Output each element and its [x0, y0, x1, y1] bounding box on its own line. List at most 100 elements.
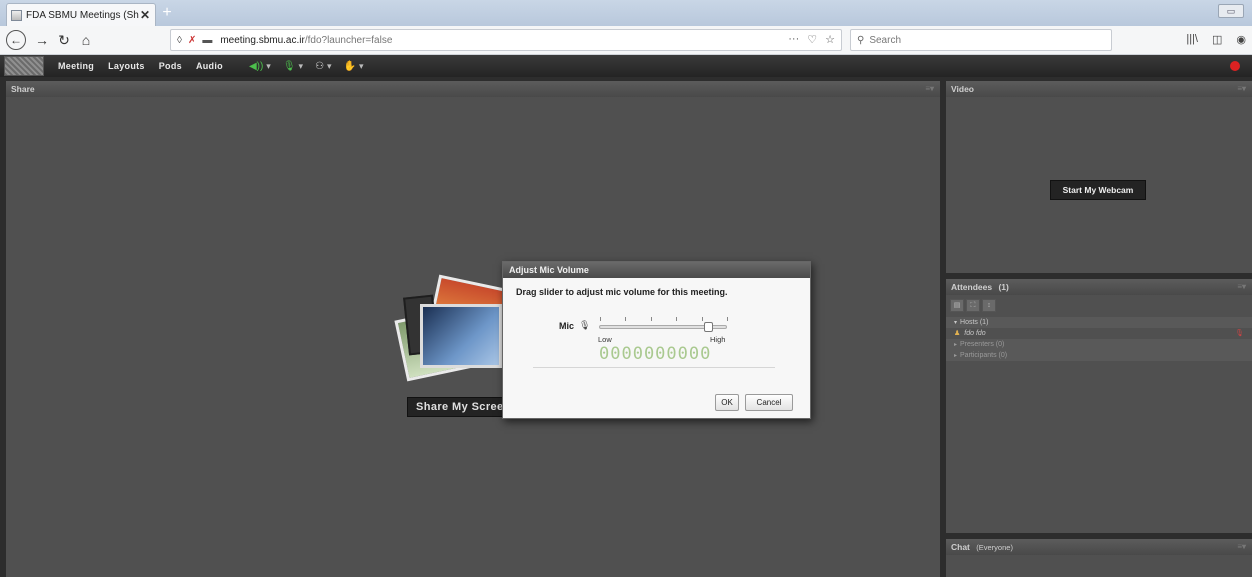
sort-icon[interactable]: ↕: [982, 299, 996, 312]
microphone-icon: 🎙: [1235, 330, 1244, 337]
url-path: /fdo?launcher=false: [304, 34, 393, 46]
menu-layouts[interactable]: Layouts: [108, 61, 145, 71]
speaker-toggle[interactable]: ◀)) ▾: [249, 61, 271, 72]
microphone-icon: 🎙: [579, 320, 591, 330]
participants-label: Participants (0): [960, 352, 1008, 359]
permissions-icon[interactable]: ▬: [202, 35, 212, 46]
url-host: meeting.sbmu.ac.ir: [220, 34, 305, 46]
host-icon: ♟: [954, 330, 961, 337]
chevron-down-icon: ▾: [327, 60, 332, 71]
account-icon[interactable]: ◉: [1236, 33, 1246, 46]
home-button-icon[interactable]: ⌂: [76, 30, 96, 50]
attendees-count: (1): [998, 282, 1009, 292]
search-input[interactable]: ⚲ Search: [850, 29, 1112, 51]
chevron-down-icon: ▾: [359, 60, 364, 71]
slider-tick: [676, 317, 677, 321]
dialog-instruction: Drag slider to adjust mic volume for thi…: [516, 287, 728, 297]
attendees-pod-body: ▤ ⛶ ↕ ▾ Hosts (1) ♟ fdo fdo 🎙 ▸ Presenters (…: [946, 295, 1252, 533]
video-pod: Video ≡▾ Start My Webcam: [946, 81, 1252, 273]
chevron-down-icon: ▾: [266, 60, 271, 71]
video-pod-header: Video ≡▾: [946, 81, 1252, 97]
mic-label: Mic: [559, 321, 575, 331]
forward-button-icon[interactable]: →: [32, 30, 52, 50]
url-text: meeting.sbmu.ac.ir/fdo?launcher=false: [220, 35, 392, 46]
app-logo: [4, 56, 44, 76]
pod-options-icon[interactable]: ≡▾: [1237, 81, 1246, 97]
share-pod-title: Share: [11, 84, 35, 94]
search-placeholder: Search: [869, 34, 902, 46]
raise-hand-toggle[interactable]: ✋ ▾: [344, 61, 364, 72]
share-screen-illustration: [394, 274, 516, 382]
menu-pods[interactable]: Pods: [159, 61, 182, 71]
mic-volume-slider[interactable]: [599, 317, 728, 332]
expand-triangle-icon: ▸: [954, 353, 958, 359]
start-webcam-button[interactable]: Start My Webcam: [1050, 180, 1146, 200]
tab-title: FDA SBMU Meetings (Sharing): [26, 9, 139, 21]
slider-tick: [625, 317, 626, 321]
breakout-icon[interactable]: ⛶: [966, 299, 980, 312]
meeting-menubar: Meeting Layouts Pods Audio ◀)) ▾ 🎙 ▾ ⚇ ▾ ✋ ▾: [0, 55, 1252, 77]
dialog-body: Drag slider to adjust mic volume for thi…: [503, 278, 810, 418]
chat-pod: Chat (Everyone) ≡▾: [946, 539, 1252, 577]
address-bar[interactable]: ◊ ✗ ▬ meeting.sbmu.ac.ir/fdo?launcher=fa…: [170, 29, 842, 51]
ok-button[interactable]: OK: [715, 394, 739, 411]
connection-insecure-icon[interactable]: ✗: [188, 35, 196, 46]
chevron-down-icon: ▾: [298, 60, 304, 71]
share-my-screen-button[interactable]: Share My Screen: [407, 397, 507, 417]
attendees-pod: Attendees (1) ≡▾ ▤ ⛶ ↕ ▾ Hosts (1) ♟ fdo f…: [946, 279, 1252, 533]
microphone-toggle[interactable]: 🎙 ▾: [283, 61, 303, 72]
share-pod-header: Share ≡▾: [6, 81, 940, 97]
slider-tick: [727, 317, 728, 321]
pocket-icon[interactable]: ♡: [807, 33, 817, 46]
speaker-icon: ◀)): [248, 60, 264, 72]
browser-tab[interactable]: FDA SBMU Meetings (Sharing) ✕: [6, 3, 156, 26]
monitor-image: [420, 304, 502, 368]
chat-pod-title: Chat: [951, 542, 970, 552]
slider-thumb[interactable]: [704, 322, 713, 332]
video-pod-body: Start My Webcam: [946, 97, 1252, 273]
recording-indicator-icon[interactable]: [1230, 61, 1240, 71]
list-view-icon[interactable]: ▤: [950, 299, 964, 312]
reload-button-icon[interactable]: ↻: [54, 30, 74, 50]
chat-scope: (Everyone): [976, 543, 1013, 552]
attendee-row[interactable]: ♟ fdo fdo 🎙: [946, 328, 1252, 339]
slider-tick: [702, 317, 703, 321]
mic-level-display: 0000000000: [599, 344, 712, 364]
chat-pod-body: [946, 555, 1252, 577]
bookmark-star-icon[interactable]: ☆: [825, 33, 835, 46]
slider-tick: [600, 317, 601, 321]
webcam-toggle[interactable]: ⚇ ▾: [315, 61, 332, 72]
sidebar-icon[interactable]: ◫: [1212, 33, 1222, 46]
collapse-triangle-icon: ▾: [954, 320, 958, 326]
chat-pod-header: Chat (Everyone) ≡▾: [946, 539, 1252, 555]
pod-options-icon[interactable]: ≡▾: [925, 81, 934, 97]
menu-audio[interactable]: Audio: [196, 61, 223, 71]
dialog-divider: [533, 367, 775, 368]
search-icon: ⚲: [857, 34, 865, 46]
attendee-name: fdo fdo: [964, 330, 986, 337]
slider-tick: [651, 317, 652, 321]
hosts-group[interactable]: ▾ Hosts (1): [946, 317, 1252, 328]
dialog-title: Adjust Mic Volume: [503, 262, 810, 278]
new-tab-icon[interactable]: +: [160, 5, 174, 21]
presenters-group[interactable]: ▸ Presenters (0): [946, 339, 1252, 350]
participants-group[interactable]: ▸ Participants (0): [946, 350, 1252, 361]
shield-icon[interactable]: ◊: [177, 35, 182, 46]
adjust-mic-volume-dialog: Adjust Mic Volume Drag slider to adjust …: [502, 261, 811, 419]
expand-triangle-icon: ▸: [954, 342, 958, 348]
video-pod-title: Video: [951, 84, 974, 94]
menu-meeting[interactable]: Meeting: [58, 61, 94, 71]
microphone-icon: 🎙: [282, 60, 296, 72]
pod-options-icon[interactable]: ≡▾: [1237, 539, 1246, 555]
cancel-button[interactable]: Cancel: [745, 394, 793, 411]
page-actions-icon[interactable]: ···: [788, 33, 799, 46]
webcam-icon: ⚇: [315, 60, 325, 72]
window-restore-icon[interactable]: ▭: [1218, 4, 1244, 18]
page-favicon-icon: [11, 9, 22, 21]
attendees-pod-header: Attendees (1) ≡▾: [946, 279, 1252, 295]
back-button-icon[interactable]: ←: [6, 30, 26, 50]
library-icon[interactable]: |||\: [1186, 33, 1198, 46]
pod-options-icon[interactable]: ≡▾: [1237, 279, 1246, 295]
tab-close-icon[interactable]: ✕: [139, 8, 151, 22]
browser-nav-bar: ← → ↻ ⌂ ◊ ✗ ▬ meeting.sbmu.ac.ir/fdo?lau…: [0, 26, 1252, 55]
